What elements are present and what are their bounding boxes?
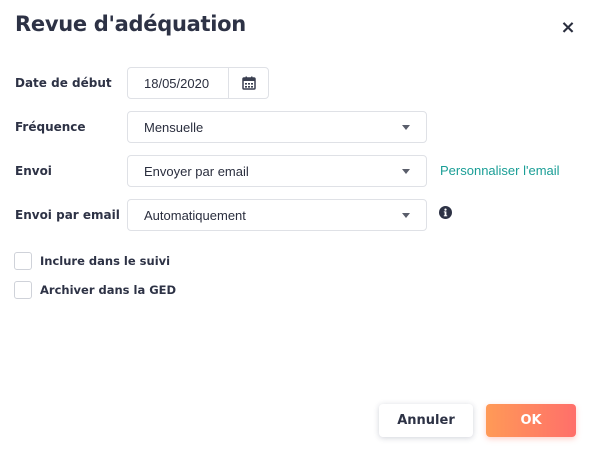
archive-in-ged-label: Archiver dans la GED bbox=[40, 283, 177, 297]
frequency-value: Mensuelle bbox=[144, 119, 204, 135]
customize-email-link[interactable]: Personnaliser l'email bbox=[440, 163, 560, 178]
archive-in-ged-checkbox[interactable] bbox=[14, 281, 32, 299]
calendar-icon bbox=[241, 76, 256, 90]
chevron-down-icon bbox=[402, 169, 410, 174]
email-sending-value: Automatiquement bbox=[144, 207, 246, 223]
include-in-tracking-checkbox[interactable] bbox=[14, 252, 32, 270]
email-sending-label: Envoi par email bbox=[15, 208, 120, 222]
chevron-down-icon bbox=[402, 125, 410, 130]
sending-value: Envoyer par email bbox=[144, 163, 249, 179]
frequency-select[interactable]: Mensuelle bbox=[127, 111, 427, 143]
sending-label: Envoi bbox=[15, 164, 52, 178]
start-date-label: Date de début bbox=[15, 76, 112, 90]
adequacy-review-dialog: Revue d'adéquation × Date de début Fréqu… bbox=[0, 0, 591, 455]
calendar-button[interactable] bbox=[228, 68, 268, 98]
email-sending-select[interactable]: Automatiquement bbox=[127, 199, 427, 231]
info-icon[interactable] bbox=[439, 206, 452, 219]
dialog-title: Revue d'adéquation bbox=[15, 12, 246, 36]
chevron-down-icon bbox=[402, 213, 410, 218]
include-in-tracking-option[interactable]: Inclure dans le suivi bbox=[14, 252, 170, 270]
start-date-field bbox=[127, 67, 269, 99]
close-icon[interactable]: × bbox=[558, 18, 578, 38]
archive-in-ged-option[interactable]: Archiver dans la GED bbox=[14, 281, 176, 299]
ok-button[interactable]: OK bbox=[486, 404, 576, 437]
sending-select[interactable]: Envoyer par email bbox=[127, 155, 427, 187]
frequency-label: Fréquence bbox=[15, 120, 86, 134]
start-date-input[interactable] bbox=[128, 68, 228, 98]
cancel-button[interactable]: Annuler bbox=[379, 404, 473, 437]
include-in-tracking-label: Inclure dans le suivi bbox=[40, 254, 171, 268]
